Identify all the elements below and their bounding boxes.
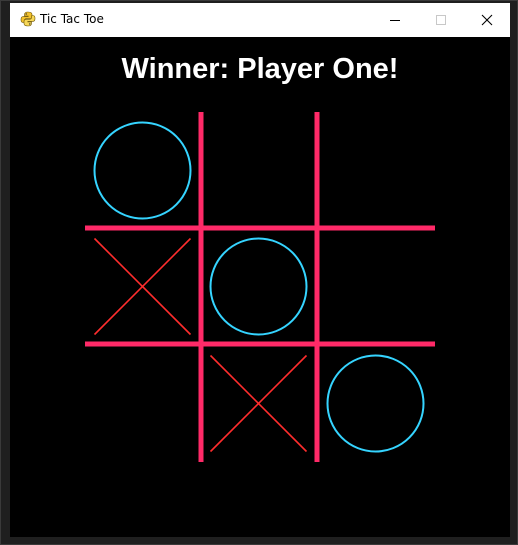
board-cell-2-0[interactable]	[85, 344, 201, 462]
close-button[interactable]	[464, 3, 510, 37]
python-icon	[20, 11, 36, 27]
board-cell-2-2[interactable]	[317, 344, 435, 462]
game-window: Tic Tac Toe Winner: Player One!	[0, 0, 518, 545]
board-cell-0-1[interactable]	[201, 112, 317, 228]
minimize-button[interactable]	[372, 3, 418, 37]
board-cell-1-1[interactable]	[201, 228, 317, 344]
maximize-button[interactable]	[418, 3, 464, 37]
board-cell-0-2[interactable]	[317, 112, 435, 228]
title-bar[interactable]: Tic Tac Toe	[10, 3, 510, 37]
minimize-icon	[390, 20, 400, 21]
window-title: Tic Tac Toe	[40, 12, 104, 26]
game-board[interactable]	[10, 37, 510, 537]
close-icon	[481, 14, 493, 26]
board-cell-1-2[interactable]	[317, 228, 435, 344]
game-canvas: Winner: Player One!	[10, 37, 510, 537]
board-cell-0-0[interactable]	[85, 112, 201, 228]
maximize-icon	[436, 15, 446, 25]
